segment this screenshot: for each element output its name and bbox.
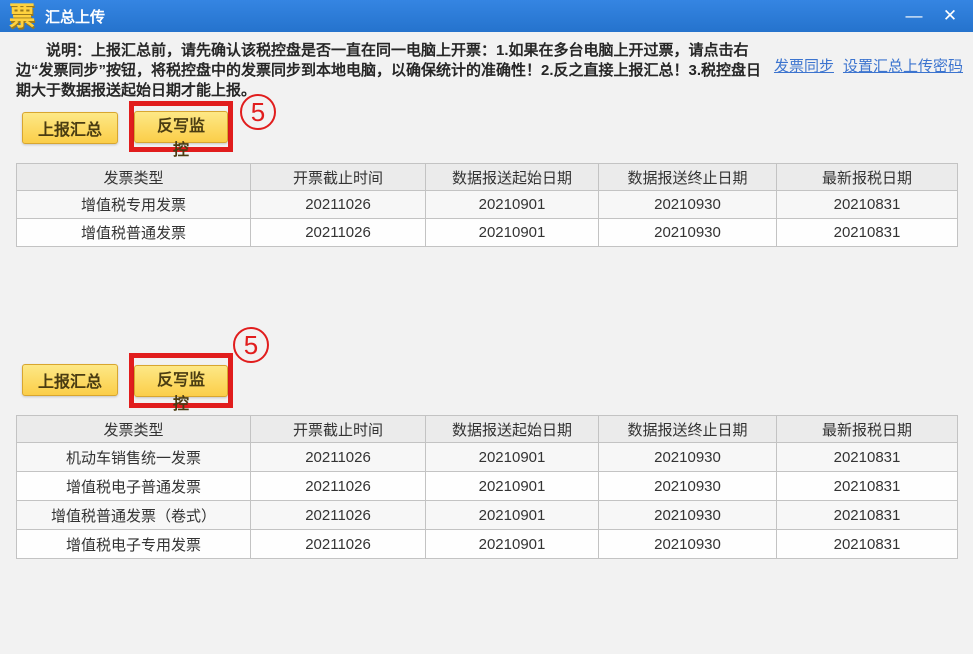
report-summary-button[interactable]: 上报汇总	[22, 364, 119, 396]
table-cell: 20211026	[250, 190, 426, 219]
table-cell: 增值税专用发票	[16, 190, 251, 219]
table-row: 增值税普通发票 20211026 20210901 20210930 20210831	[16, 218, 958, 247]
table-cell: 20210930	[598, 471, 777, 501]
column-header: 数据报送终止日期	[598, 163, 777, 191]
instruction-text: 说明：上报汇总前，请先确认该税控盘是否一直在同一电脑上开票：1.如果在多台电脑上…	[16, 42, 762, 99]
table-row: 增值税专用发票 20211026 20210901 20210930 20210831	[16, 190, 958, 219]
report-summary-button[interactable]: 上报汇总	[22, 112, 119, 144]
table-cell: 20210831	[776, 500, 958, 530]
table-cell: 增值税普通发票	[16, 218, 251, 247]
table-row: 增值税普通发票（卷式） 20211026 20210901 20210930 20210…	[16, 500, 958, 530]
window-title: 汇总上传	[45, 8, 106, 26]
table-row: 增值税电子专用发票 20211026 20210901 20210930 2021083…	[16, 529, 958, 559]
table-cell: 20210831	[776, 190, 958, 219]
writeback-monitor-button[interactable]: 反写监控	[134, 110, 228, 159]
table-cell: 20211026	[250, 218, 426, 247]
table-cell: 20211026	[250, 500, 426, 530]
table-cell: 20211026	[250, 529, 426, 559]
table-cell: 机动车销售统一发票	[16, 442, 251, 472]
table-cell: 20211026	[250, 471, 426, 501]
column-header: 数据报送起始日期	[425, 163, 599, 191]
column-header: 发票类型	[16, 163, 251, 191]
table-cell: 20210901	[425, 190, 599, 219]
table-cell: 增值税电子普通发票	[16, 471, 251, 501]
invoice-sync-link[interactable]: 发票同步	[774, 55, 834, 76]
table-cell: 20210930	[598, 190, 777, 219]
table-cell: 20210831	[776, 218, 958, 247]
set-upload-password-link[interactable]: 设置汇总上传密码	[843, 55, 963, 76]
column-header: 数据报送起始日期	[425, 415, 599, 443]
table-cell: 20210930	[598, 529, 777, 559]
table-cell: 20210831	[776, 442, 958, 472]
table-cell: 20210930	[598, 218, 777, 247]
column-header: 发票类型	[16, 415, 251, 443]
table-cell: 20210901	[425, 500, 599, 530]
table-cell: 20210901	[425, 471, 599, 501]
column-header: 开票截止时间	[250, 163, 426, 191]
invoice-summary-table: 发票类型 开票截止时间 数据报送起始日期 数据报送终止日期 最新报税日期 增值税专用发票 2…	[16, 163, 958, 247]
table-row: 机动车销售统一发票 20211026 20210901 20210930 2021083…	[16, 442, 958, 472]
table-cell: 20210930	[598, 442, 777, 472]
column-header: 最新报税日期	[776, 163, 958, 191]
highlight-box: 反写监控	[129, 353, 233, 413]
column-header: 数据报送终止日期	[598, 415, 777, 443]
table-cell: 20210901	[425, 218, 599, 247]
table-cell: 20210901	[425, 529, 599, 559]
column-header: 开票截止时间	[250, 415, 426, 443]
title-bar: 票 汇总上传 — ✕	[0, 0, 973, 32]
table-cell: 增值税电子专用发票	[16, 529, 251, 559]
annotation-step-5: 5	[240, 94, 276, 130]
table-cell: 20211026	[250, 442, 426, 472]
table-cell: 20210831	[776, 529, 958, 559]
close-button[interactable]: ✕	[937, 4, 963, 28]
annotation-step-5: 5	[233, 327, 269, 363]
table-cell: 20210831	[776, 471, 958, 501]
invoice-summary-table: 发票类型 开票截止时间 数据报送起始日期 数据报送终止日期 最新报税日期 机动车销售统一发…	[16, 415, 958, 559]
column-header: 最新报税日期	[776, 415, 958, 443]
app-logo-icon: 票	[9, 1, 36, 31]
table-cell: 增值税普通发票（卷式）	[16, 500, 251, 530]
table-header-row: 发票类型 开票截止时间 数据报送起始日期 数据报送终止日期 最新报税日期	[16, 163, 958, 191]
table-cell: 20210930	[598, 500, 777, 530]
table-row: 增值税电子普通发票 20211026 20210901 20210930 2021083…	[16, 471, 958, 501]
table-header-row: 发票类型 开票截止时间 数据报送起始日期 数据报送终止日期 最新报税日期	[16, 415, 958, 443]
minimize-button[interactable]: —	[901, 4, 927, 28]
link-group: 发票同步 设置汇总上传密码	[774, 55, 963, 76]
window-controls: — ✕	[901, 4, 973, 28]
writeback-monitor-button[interactable]: 反写监控	[134, 364, 228, 413]
table-cell: 20210901	[425, 442, 599, 472]
highlight-box: 反写监控	[129, 101, 233, 159]
